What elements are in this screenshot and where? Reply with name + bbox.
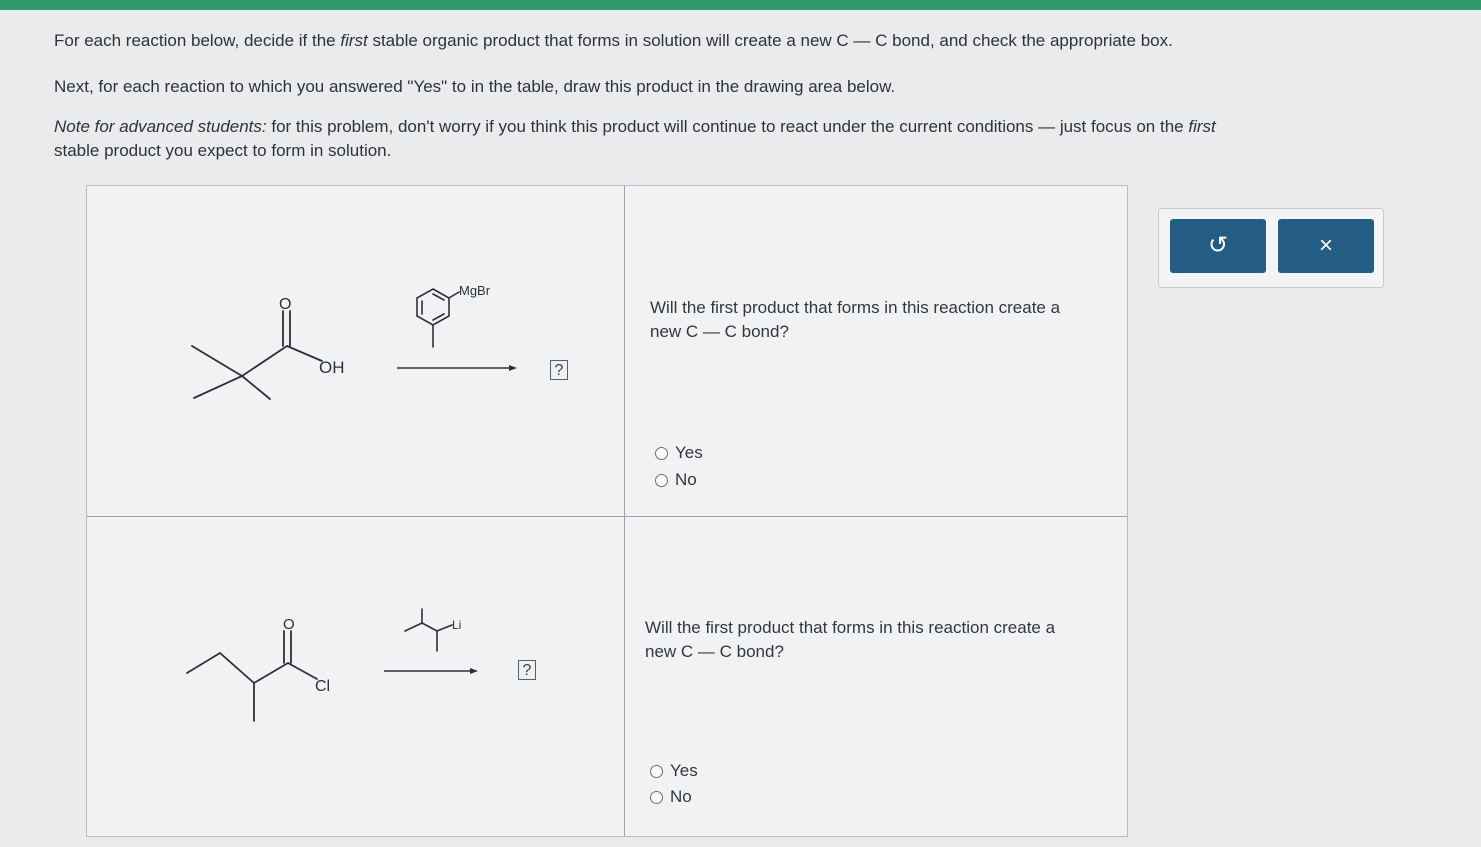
instruction-line-4: stable product you expect to form in sol… xyxy=(54,141,392,160)
instruction-text: for this problem, don't worry if you thi… xyxy=(266,117,1189,136)
reaction-table: O OH MgBr ? Will the first product that … xyxy=(86,185,1128,837)
instruction-emphasis: first xyxy=(340,31,368,50)
instruction-text: For each reaction below, decide if the xyxy=(54,31,341,50)
reaction-2-chlorine-label: Cl xyxy=(315,678,330,695)
reaction-2-yes-label: Yes xyxy=(670,761,698,780)
reaction-2-product-placeholder[interactable]: ? xyxy=(518,660,536,680)
reaction-1-reagent-label: MgBr xyxy=(459,283,491,298)
reaction-1-yes-radio[interactable] xyxy=(655,446,668,460)
reaction-1-hydroxyl-label: OH xyxy=(319,358,345,377)
instruction-text: stable organic product that forms in sol… xyxy=(367,31,1173,50)
table-row-divider xyxy=(87,516,1127,517)
reaction-1-no-option[interactable]: No xyxy=(655,470,697,490)
reaction-2-reagent-structure: Li xyxy=(404,608,461,652)
instruction-emphasis: first xyxy=(1188,117,1216,136)
reaction-2-yes-radio[interactable] xyxy=(650,764,663,778)
clear-button[interactable]: × xyxy=(1278,219,1374,273)
reaction-1-product-placeholder[interactable]: ? xyxy=(550,360,568,380)
answer-toolbar: ↺ × xyxy=(1158,208,1384,288)
reaction-1-no-label: No xyxy=(675,470,697,489)
reaction-1-reagent-structure: MgBr xyxy=(416,283,491,348)
instruction-line-1: For each reaction below, decide if the f… xyxy=(54,30,1173,52)
close-icon: × xyxy=(1318,232,1333,259)
reaction-1-no-radio[interactable] xyxy=(655,473,668,487)
instruction-emphasis: Note for advanced students: xyxy=(54,117,267,136)
reaction-2-no-option[interactable]: No xyxy=(650,787,692,807)
undo-button[interactable]: ↺ xyxy=(1170,219,1266,273)
undo-icon: ↺ xyxy=(1207,232,1229,259)
instruction-line-3: Note for advanced students: for this pro… xyxy=(54,116,1216,138)
reaction-2-oxygen-label: O xyxy=(283,616,295,633)
reaction-2-reagent-label: Li xyxy=(452,618,461,632)
reaction-1-yes-option[interactable]: Yes xyxy=(655,443,703,463)
reaction-1-reactant-structure: O OH xyxy=(191,296,345,400)
reaction-1-question: Will the first product that forms in thi… xyxy=(650,298,1061,341)
reaction-2-no-label: No xyxy=(670,787,692,806)
reaction-2-arrow xyxy=(384,668,478,674)
reaction-1-yes-label: Yes xyxy=(675,443,703,462)
reaction-2-question: Will the first product that forms in thi… xyxy=(645,618,1056,661)
reaction-2-reactant-structure: O Cl xyxy=(186,616,330,722)
reaction-1-oxygen-label: O xyxy=(279,296,291,313)
instruction-line-2: Next, for each reaction to which you ans… xyxy=(54,77,896,96)
reaction-1-arrow xyxy=(397,365,517,371)
reaction-2-no-radio[interactable] xyxy=(650,790,663,804)
table-column-divider xyxy=(624,186,625,836)
reaction-2-yes-option[interactable]: Yes xyxy=(650,761,698,781)
top-progress-bar xyxy=(0,0,1481,10)
